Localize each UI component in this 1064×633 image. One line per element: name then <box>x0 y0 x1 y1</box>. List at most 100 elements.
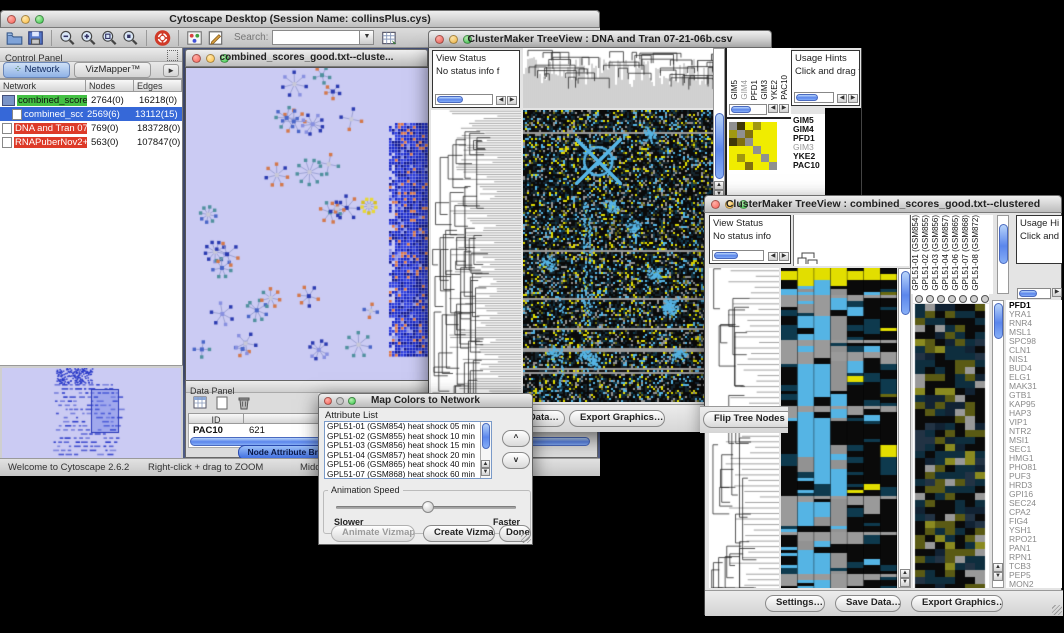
view-status-text: No status info f <box>433 66 519 79</box>
zoom-heatmap-cell <box>737 146 745 154</box>
tv2-titlebar[interactable]: ClusterMaker TreeView : combined_scores_… <box>704 195 1062 213</box>
dialog-titlebar[interactable]: Map Colors to Network <box>318 393 533 408</box>
tv1-zoom-col-labels: GIM5GIM4PFD1GIM3YKE2PAC10 <box>730 52 788 100</box>
file-icon <box>12 109 22 120</box>
col-nodes[interactable]: Nodes <box>86 79 134 92</box>
usage-hints-title: Usage Hints <box>792 51 859 66</box>
zoom-selected-icon[interactable] <box>121 29 140 47</box>
zoom-in-icon[interactable] <box>79 29 98 47</box>
open-icon[interactable] <box>5 29 24 47</box>
view-status-scrollbar[interactable] <box>712 250 764 261</box>
tv1-row-dendrogram[interactable] <box>431 110 521 402</box>
tab-network[interactable]: ⁘ Network <box>3 62 70 78</box>
tv2-genelist-vscrollbar[interactable]: ▲ ▼ <box>992 300 1004 588</box>
help-icon[interactable] <box>153 29 172 47</box>
view-status-scrollbar[interactable] <box>435 94 493 105</box>
vizmapper-icon[interactable] <box>185 29 204 47</box>
list-vscrollbar[interactable]: ▲ ▼ <box>480 422 491 478</box>
zoom-heatmap-cell <box>737 138 745 146</box>
tab-overflow-arrow[interactable]: ► <box>163 64 179 77</box>
settings-button[interactable]: Settings… <box>765 595 825 612</box>
export-graphics-button[interactable]: Export Graphics… <box>569 410 665 427</box>
tv2-heatmap-vscrollbar[interactable]: ▲ ▼ <box>898 268 911 588</box>
tv1-zoom-hscrollbar[interactable] <box>729 104 767 115</box>
scroll-left-arrow[interactable]: ◀ <box>496 96 506 105</box>
file-icon <box>2 137 12 148</box>
float-panel-icon[interactable] <box>167 50 178 61</box>
search-dropdown-icon[interactable]: ▼ <box>360 30 374 45</box>
import-table-icon[interactable] <box>380 29 399 47</box>
tv2-labels-vscrollbar[interactable] <box>997 215 1009 294</box>
network-row-combined-scores[interactable]: combined_scores 2764(0) 16218(0) <box>0 93 182 107</box>
zoom-heatmap-cell <box>737 154 745 162</box>
tab-vizmapper[interactable]: VizMapper™ <box>74 62 151 78</box>
tv1-title: ClusterMaker TreeView : DNA and Tran 07-… <box>429 33 771 45</box>
zoom-heatmap-cell <box>753 138 761 146</box>
network-view-title: combined_scores_good.txt--cluste... <box>186 52 427 63</box>
tv1-titlebar[interactable]: ClusterMaker TreeView : DNA and Tran 07-… <box>428 30 772 48</box>
zoom-fit-icon[interactable] <box>100 29 119 47</box>
col-network[interactable]: Network <box>0 79 86 92</box>
tv2-usage-scrollbar[interactable] <box>1017 288 1051 299</box>
zoom-heatmap-cell <box>753 146 761 154</box>
view-status-text: No status info <box>710 231 790 244</box>
attribute-item[interactable]: GPL51-07 (GSM868) heat shock 60 min <box>327 470 491 479</box>
zoom-heatmap-cell <box>729 162 737 170</box>
network-row-rnapuber[interactable]: RNAPuberNov2+l 563(0) 107847(0) <box>0 135 182 149</box>
gene-label: MON2 <box>1009 580 1062 588</box>
network-canvas[interactable] <box>185 67 430 382</box>
scroll-left-arrow[interactable]: ◀ <box>768 252 778 261</box>
tv1-heatmap[interactable] <box>523 110 713 402</box>
zoom-heatmap-cell <box>761 162 769 170</box>
main-titlebar[interactable]: Cytoscape Desktop (Session Name: collins… <box>0 10 600 28</box>
tv1-zoom-heatmap[interactable] <box>729 122 777 170</box>
tv2-column-dendrogram[interactable] <box>793 215 909 266</box>
slider-thumb[interactable] <box>422 501 434 513</box>
flip-tree-nodes-button[interactable]: Flip Tree Nodes <box>703 411 788 428</box>
col-edges[interactable]: Edges <box>134 79 182 92</box>
select-attributes-icon[interactable] <box>191 395 210 413</box>
move-down-button[interactable]: v <box>502 452 530 469</box>
dialog-map-colors: Map Colors to Network Attribute List GPL… <box>318 393 533 545</box>
scroll-right-arrow[interactable]: ▶ <box>1052 288 1062 297</box>
network-view-titlebar[interactable]: combined_scores_good.txt--cluste... <box>185 49 428 67</box>
tv2-heatmap[interactable] <box>781 268 897 588</box>
speed-slider[interactable] <box>336 506 516 509</box>
array-label: GPL51-01 (GSM854) <box>911 215 921 291</box>
network-tab-icon: ⁘ <box>14 64 22 75</box>
zoom-out-icon[interactable] <box>58 29 77 47</box>
resize-grip[interactable] <box>1052 605 1062 615</box>
usage-hints-scrollbar[interactable] <box>794 92 834 103</box>
attribute-list-label: Attribute List <box>325 410 378 421</box>
animate-vizmap-button[interactable]: Animate Vizmap <box>331 525 415 542</box>
tv1-column-dendrogram[interactable] <box>523 48 713 108</box>
save-data-button[interactable]: Save Data… <box>835 595 901 612</box>
zoom-heatmap-cell <box>769 122 777 130</box>
new-attribute-icon[interactable] <box>213 395 232 413</box>
save-icon[interactable] <box>26 29 45 47</box>
tv2-zoom-heatmap[interactable] <box>913 304 989 588</box>
array-label: GPL51-04 (GSM857) <box>941 215 951 291</box>
network-row-combined-sco-selected[interactable]: combined_sco 2569(6) 13112(15) <box>0 107 182 121</box>
tv2-gene-list: PFD1YRA1RNR4MSL1SPC98CLN1NIS1BUD4ELG1MAK… <box>1006 300 1062 588</box>
network-overview-panel[interactable] <box>0 365 183 458</box>
network-row-dna-tran[interactable]: DNA and Tran 07 769(0) 183728(0) <box>0 121 182 135</box>
scroll-left-arrow[interactable]: ◀ <box>768 104 778 113</box>
delete-attribute-icon[interactable] <box>235 395 254 413</box>
export-graphics-button[interactable]: Export Graphics… <box>911 595 1003 612</box>
scroll-right-arrow[interactable]: ▶ <box>507 96 517 105</box>
view-status-title: View Status <box>433 51 519 66</box>
resize-grip[interactable] <box>521 533 531 543</box>
scroll-left-arrow[interactable]: ◀ <box>837 94 847 103</box>
create-vizmap-button[interactable]: Create Vizmap <box>423 525 495 542</box>
move-up-button[interactable]: ^ <box>502 430 530 447</box>
scroll-right-arrow[interactable]: ▶ <box>779 104 789 113</box>
zoom-heatmap-cell <box>745 162 753 170</box>
scroll-right-arrow[interactable]: ▶ <box>848 94 858 103</box>
zoom-heatmap-cell <box>769 162 777 170</box>
data-col-id[interactable]: ID <box>188 413 244 424</box>
scroll-right-arrow[interactable]: ▶ <box>779 252 789 261</box>
annotation-icon[interactable] <box>206 29 225 47</box>
search-input[interactable] <box>272 30 360 45</box>
zoom-heatmap-cell <box>761 138 769 146</box>
